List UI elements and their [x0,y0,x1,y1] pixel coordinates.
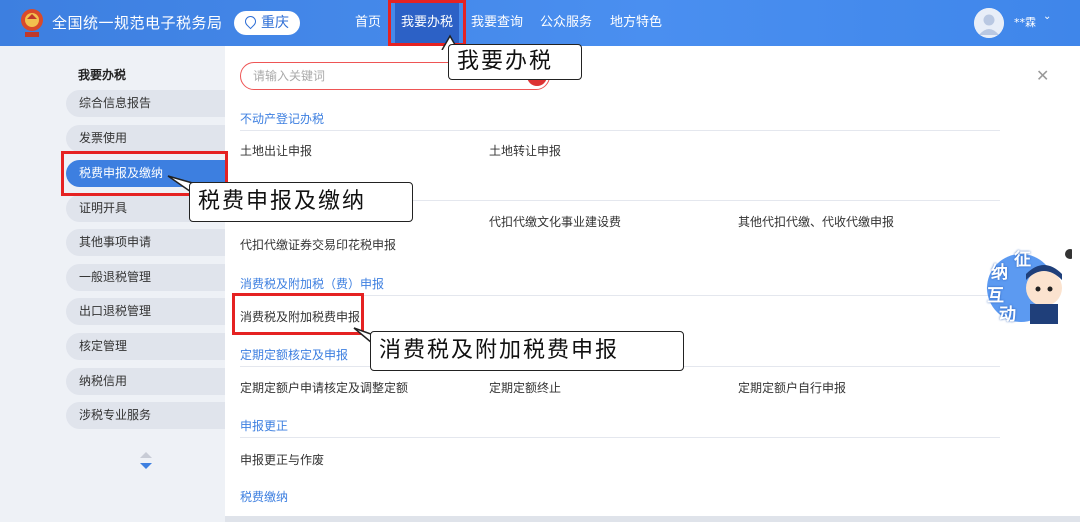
sidebar-title: 我要办税 [78,68,127,82]
sidebar-item-professional[interactable]: 涉税专业服务 [66,402,225,429]
callout-sidebar: 税费申报及缴纳 [189,182,413,222]
sidebar-item-other-requests[interactable]: 其他事项申请 [66,229,225,256]
user-name[interactable]: **霖 [1014,14,1036,30]
sidebar-item-general-refund[interactable]: 一般退税管理 [66,264,225,291]
link-fixed-quota-self-declare[interactable]: 定期定额户自行申报 [738,379,846,396]
section-title-consumption-tax: 消费税及附加税（费）申报 [240,277,385,291]
divider [240,437,1000,438]
scroll-arrows-icon[interactable] [138,450,154,472]
link-culture-fee-withholding[interactable]: 代扣代缴文化事业建设费 [489,213,621,230]
sidebar-item-assessment[interactable]: 核定管理 [66,333,225,360]
link-other-withholding[interactable]: 其他代扣代缴、代收代缴申报 [738,213,894,230]
link-fixed-quota-terminate[interactable]: 定期定额终止 [489,379,561,396]
divider [240,130,1000,131]
city-selector[interactable]: 重庆 [234,11,300,35]
nav-local-features[interactable]: 地方特色 [610,0,662,46]
link-land-transfer-declaration[interactable]: 土地转让申报 [489,142,561,159]
link-fixed-quota-apply[interactable]: 定期定额户申请核定及调整定额 [240,379,408,396]
sidebar-item-info-report[interactable]: 综合信息报告 [66,90,225,117]
link-securities-stamp-duty[interactable]: 代扣代缴证券交易印花税申报 [240,236,396,253]
link-land-grant-declaration[interactable]: 土地出让申报 [240,142,312,159]
section-title-fixed-quota: 定期定额核定及申报 [240,348,349,362]
tax-emblem-logo [21,9,43,37]
city-label: 重庆 [261,15,289,31]
nav-home[interactable]: 首页 [355,0,381,46]
callout-link: 消费税及附加税费申报 [370,331,684,371]
section-title-payment: 税费缴纳 [240,490,289,504]
location-pin-icon [242,13,259,30]
site-title[interactable]: 全国统一规范电子税务局 [52,12,223,33]
section-title-real-estate: 不动产登记办税 [240,112,325,126]
sidebar-item-export-refund[interactable]: 出口退税管理 [66,298,225,325]
user-avatar-icon[interactable] [974,8,1004,38]
badge-char: 动 [999,305,1016,325]
highlight-link-box [232,293,364,335]
section-title-correction: 申报更正 [240,419,289,433]
badge-char: 征 [1014,250,1031,270]
nav-public-service[interactable]: 公众服务 [540,0,592,46]
callout-nav: 我要办税 [448,44,582,80]
nav-query[interactable]: 我要查询 [471,0,523,46]
link-correction-void[interactable]: 申报更正与作废 [240,451,324,468]
chevron-down-icon[interactable]: ⌄ [1043,11,1051,22]
close-icon[interactable]: ✕ [1036,66,1049,85]
sidebar-item-invoice[interactable]: 发票使用 [66,125,225,152]
badge-char: 纳 [991,263,1008,283]
sidebar-item-credit[interactable]: 纳税信用 [66,368,225,395]
bottom-edge [225,516,1080,522]
